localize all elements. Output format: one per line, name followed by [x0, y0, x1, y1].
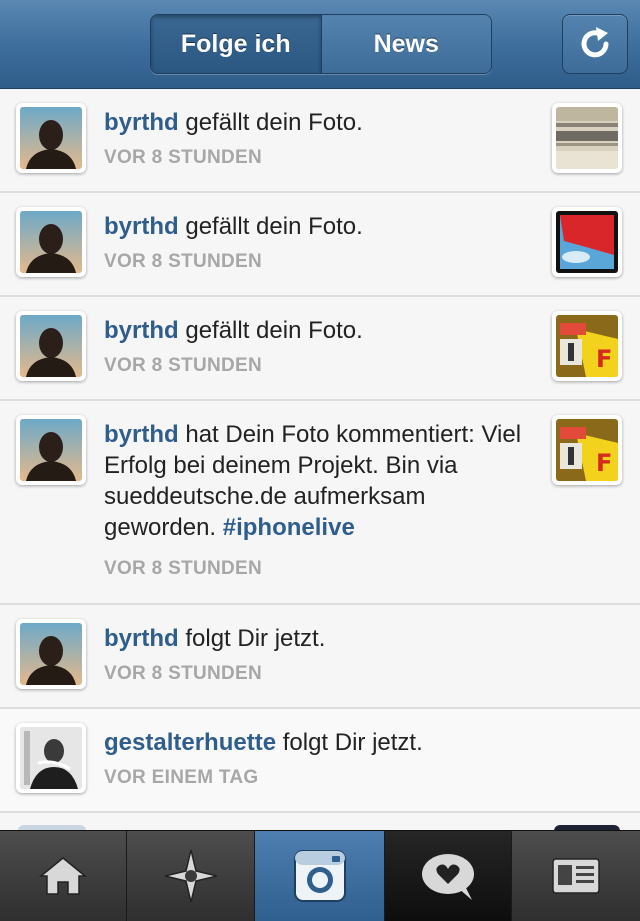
list-item[interactable]: byrthd gefällt dein Foto. VOR 8 STUNDEN — [0, 89, 640, 193]
nav-header: Folge ich News — [0, 0, 640, 89]
home-icon — [38, 857, 88, 895]
activity-action: gefällt dein Foto. — [178, 109, 363, 136]
photo-red-sky-icon — [556, 211, 618, 273]
photo-building-icon — [556, 107, 618, 169]
activity-text: byrthd gefällt dein Foto. — [104, 107, 534, 138]
camera-icon — [293, 850, 346, 902]
tab-explore[interactable] — [127, 831, 255, 921]
username-link[interactable]: gestalterhuette — [104, 729, 276, 756]
avatar[interactable] — [16, 207, 86, 277]
activity-action: gefällt dein Foto. — [178, 213, 363, 240]
refresh-button[interactable] — [562, 14, 628, 74]
tab-profile[interactable] — [512, 831, 640, 921]
list-item[interactable]: byrthd hat Dein Foto kommentiert: Viel E… — [0, 401, 640, 605]
activity-action: gefällt dein Foto. — [178, 317, 363, 344]
activity-text: byrthd hat Dein Foto kommentiert: Viel E… — [104, 419, 534, 543]
username-link[interactable]: byrthd — [104, 421, 179, 448]
list-item[interactable]: byrthd folgt Dir jetzt. VOR 8 STUNDEN — [0, 605, 640, 709]
tab-folge-ich[interactable]: Folge ich — [151, 15, 322, 73]
avatar-image — [20, 419, 82, 481]
activity-action: folgt Dir jetzt. — [276, 729, 423, 756]
tab-camera[interactable] — [255, 831, 385, 921]
timestamp: VOR 8 STUNDEN — [104, 147, 263, 168]
activity-text: byrthd gefällt dein Foto. — [104, 211, 534, 242]
tab-news[interactable] — [385, 831, 512, 921]
avatar-image — [20, 211, 82, 273]
avatar-image — [20, 727, 82, 789]
username-link[interactable]: byrthd — [104, 317, 179, 344]
profile-icon — [552, 858, 600, 894]
avatar-image — [20, 623, 82, 685]
avatar[interactable] — [16, 415, 86, 485]
timestamp: VOR 8 STUNDEN — [104, 355, 263, 376]
list-item[interactable]: gestalterhuette folgt Dir jetzt. VOR EIN… — [0, 709, 640, 813]
hashtag-link[interactable]: #iphonelive — [223, 514, 355, 541]
avatar-image — [20, 107, 82, 169]
refresh-icon — [581, 27, 609, 58]
tab-bar — [0, 830, 640, 921]
username-link[interactable]: byrthd — [104, 109, 179, 136]
list-item[interactable]: byrthd gefällt dein Foto. VOR 8 STUNDEN — [0, 193, 640, 297]
photo-thumbnail[interactable]: F — [552, 415, 622, 485]
photo-thumbnail[interactable] — [552, 103, 622, 173]
avatar-image — [20, 315, 82, 377]
timestamp: VOR 8 STUNDEN — [104, 251, 263, 272]
activity-text: byrthd folgt Dir jetzt. — [104, 623, 534, 654]
timestamp: VOR 8 STUNDEN — [104, 663, 263, 684]
avatar[interactable] — [16, 723, 86, 793]
tab-home[interactable] — [0, 831, 127, 921]
username-link[interactable]: byrthd — [104, 625, 179, 652]
timestamp: VOR 8 STUNDEN — [104, 558, 263, 579]
activity-action: folgt Dir jetzt. — [178, 625, 326, 652]
avatar[interactable] — [16, 619, 86, 689]
photo-yellow-sticker-icon: F — [556, 419, 618, 481]
photo-yellow-sticker-icon: F — [556, 315, 618, 377]
username-link[interactable]: byrthd — [104, 213, 179, 240]
tab-news[interactable]: News — [321, 15, 491, 73]
activity-text: gestalterhuette folgt Dir jetzt. — [104, 727, 534, 758]
news-icon — [422, 854, 474, 900]
activity-text: byrthd gefällt dein Foto. — [104, 315, 534, 346]
timestamp: VOR EINEM TAG — [104, 767, 259, 788]
list-item[interactable]: byrthd gefällt dein Foto. VOR 8 STUNDEN … — [0, 297, 640, 401]
photo-thumbnail[interactable] — [552, 207, 622, 277]
avatar[interactable] — [16, 103, 86, 173]
photo-thumbnail[interactable]: F — [552, 311, 622, 381]
svg-text:F: F — [596, 449, 612, 477]
avatar[interactable] — [16, 311, 86, 381]
explore-icon — [164, 849, 217, 903]
news-feed: byrthd gefällt dein Foto. VOR 8 STUNDEN — [0, 89, 640, 843]
svg-text:F: F — [596, 345, 612, 373]
segmented-control: Folge ich News — [150, 14, 492, 74]
